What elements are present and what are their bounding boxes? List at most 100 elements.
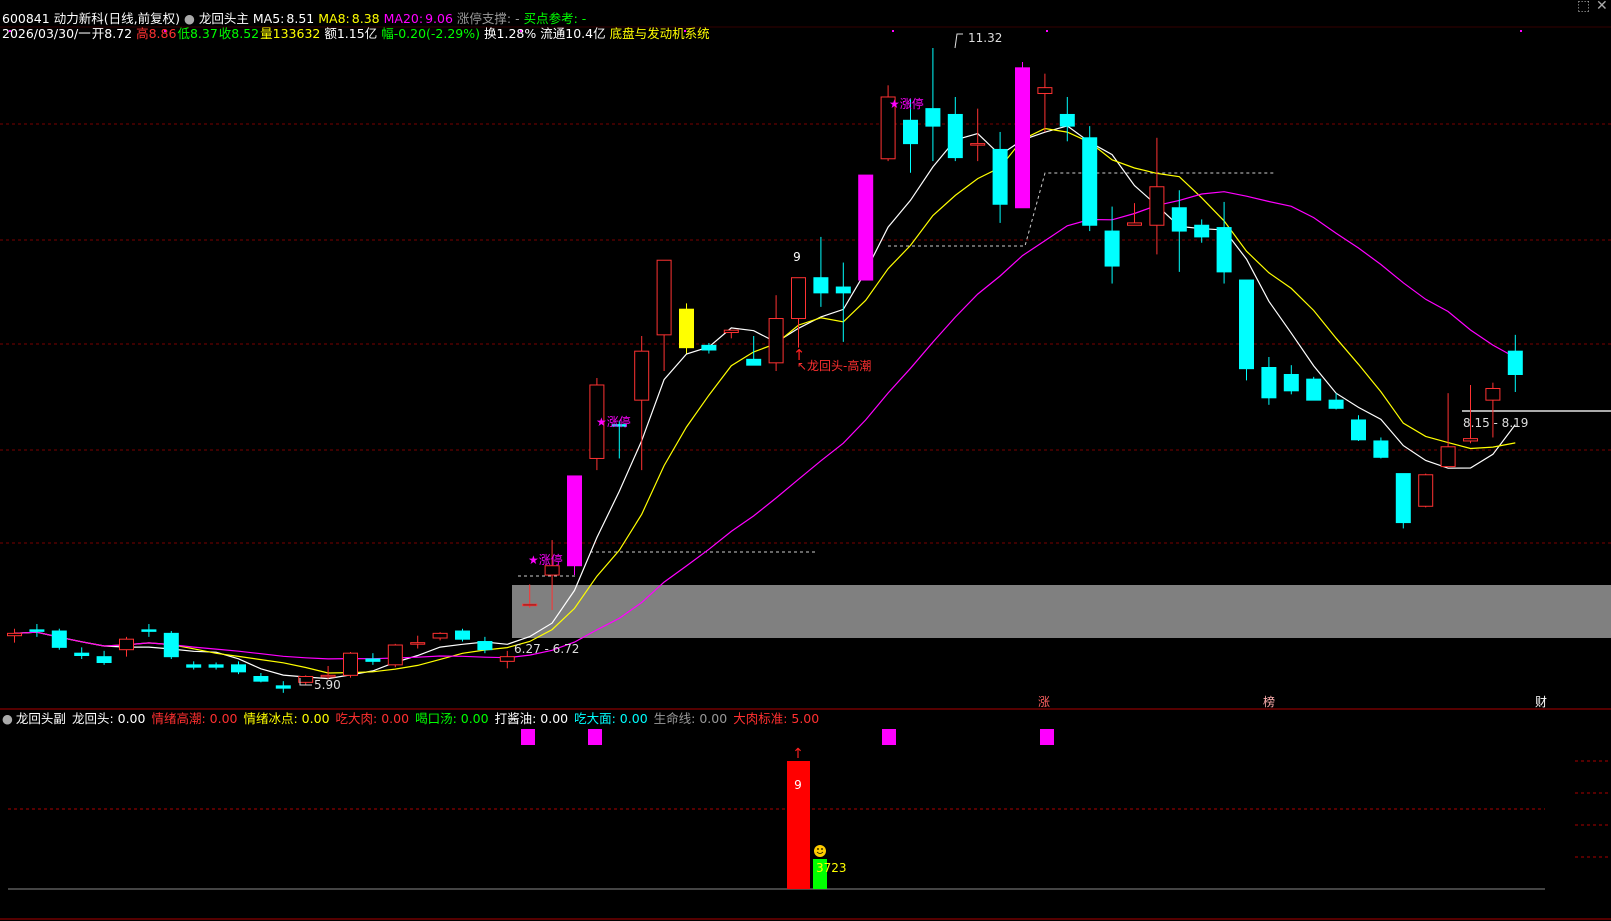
candle-body[interactable] xyxy=(365,658,381,662)
candle-body[interactable] xyxy=(567,475,582,567)
candle-body[interactable] xyxy=(970,143,986,146)
candle-body[interactable] xyxy=(947,113,963,159)
candle-body[interactable] xyxy=(1015,67,1030,209)
candle-body[interactable] xyxy=(1306,378,1322,401)
tag-cai[interactable]: 财 xyxy=(1535,693,1547,710)
ma20-label: MA20: xyxy=(383,11,424,26)
nine-label: 9 xyxy=(793,250,801,264)
candle-body[interactable] xyxy=(1440,446,1456,468)
quote-high: 高8.86 xyxy=(136,26,177,41)
candle-body[interactable] xyxy=(477,641,493,651)
candle-body[interactable] xyxy=(992,148,1008,205)
ma20-value: 9.06 xyxy=(425,11,453,26)
candle-body[interactable] xyxy=(835,286,851,294)
ma5-value: 8.51 xyxy=(286,11,315,26)
candle-body[interactable] xyxy=(1418,474,1434,507)
candle-body[interactable] xyxy=(275,685,291,689)
candle-body[interactable] xyxy=(813,277,829,294)
candle-body[interactable] xyxy=(141,629,157,632)
candle-body[interactable] xyxy=(701,344,717,351)
candle-body[interactable] xyxy=(96,656,112,664)
ma8-label: MA8: xyxy=(318,11,350,26)
candle-body[interactable] xyxy=(1373,440,1389,458)
green-bar-label: 3723 xyxy=(816,861,847,875)
restore-icon[interactable]: ⬚ xyxy=(1577,0,1590,14)
candle-body[interactable] xyxy=(1261,366,1277,399)
candle-body[interactable] xyxy=(208,664,224,668)
indicator-name[interactable]: 龙回头主 xyxy=(199,11,249,26)
quote-change: 幅-0.20(-2.29%) xyxy=(381,26,481,41)
candle-body[interactable] xyxy=(1082,137,1098,226)
candle-body[interactable] xyxy=(387,644,403,666)
candle-body[interactable] xyxy=(522,603,538,607)
settings-icon[interactable]: ● xyxy=(184,11,195,26)
candle-body[interactable] xyxy=(723,329,739,334)
candle-body[interactable] xyxy=(1351,419,1366,441)
candle-body[interactable] xyxy=(858,174,874,281)
kline-chart[interactable]: 9 3723 ↑ 11.32 5.90 6.27 - 6.72 8.15 - 8… xyxy=(0,0,1611,921)
candle-body[interactable] xyxy=(499,656,515,662)
candle-body[interactable] xyxy=(1328,399,1344,409)
quote-open: 开8.72 xyxy=(91,26,133,41)
tag-bang[interactable]: 榜 xyxy=(1263,693,1275,710)
quote-amount: 额1.15亿 xyxy=(324,26,378,41)
candle-body[interactable] xyxy=(1283,373,1299,392)
candle-body[interactable] xyxy=(410,642,426,645)
candle-body[interactable] xyxy=(1149,186,1165,226)
quote-date: 2026/03/30/一 xyxy=(2,26,91,41)
sub-legend-item: 吃大面: 0.00 xyxy=(574,711,648,726)
candle-body[interactable] xyxy=(925,108,941,127)
quote-float-cap: 流通10.4亿 xyxy=(540,26,606,41)
candle-body[interactable] xyxy=(186,664,202,668)
candle-body[interactable] xyxy=(1216,227,1232,273)
candle-body[interactable] xyxy=(1104,230,1120,267)
candle-body[interactable] xyxy=(1037,87,1053,94)
sub-panel-title[interactable]: 龙回头副 xyxy=(16,711,66,726)
candle-body[interactable] xyxy=(1171,207,1187,232)
candle-body[interactable] xyxy=(1239,279,1254,370)
candle-body[interactable] xyxy=(1395,473,1411,524)
quote-volume: 量133632 xyxy=(260,26,321,41)
candle-body[interactable] xyxy=(903,119,918,145)
guide-lines xyxy=(518,172,1275,577)
candle-body[interactable] xyxy=(163,632,179,658)
candle-body[interactable] xyxy=(320,674,336,678)
tag-zhang[interactable]: 涨 xyxy=(1038,693,1050,710)
candle-body[interactable] xyxy=(7,632,22,637)
sub-markers xyxy=(521,729,1054,745)
stock-name: 动力新科(日线,前复权) xyxy=(53,11,180,26)
candle-body[interactable] xyxy=(455,630,470,640)
right-range-label: 8.15 - 8.19 xyxy=(1463,416,1528,430)
quote-turnover: 换1.28% xyxy=(484,26,537,41)
low-price-label: 5.90 xyxy=(314,678,341,692)
candle-body[interactable] xyxy=(791,277,806,320)
candle-body[interactable] xyxy=(119,638,134,651)
candle-body[interactable] xyxy=(51,630,67,648)
candle-body[interactable] xyxy=(253,676,269,682)
candle-body[interactable] xyxy=(656,259,672,336)
limit-up-label-1: ★涨停 xyxy=(528,552,563,567)
quote-system[interactable]: 底盘与发动机系统 xyxy=(610,26,710,41)
candle-body[interactable] xyxy=(298,676,314,683)
candle-body[interactable] xyxy=(432,632,448,639)
candle-body[interactable] xyxy=(1507,350,1523,375)
candle-body[interactable] xyxy=(768,318,784,364)
candle-body[interactable] xyxy=(1485,387,1501,401)
close-icon[interactable]: ✕ xyxy=(1596,0,1608,14)
candle-body[interactable] xyxy=(29,629,45,632)
candle-body[interactable] xyxy=(1059,113,1075,127)
smiley-icon xyxy=(814,845,826,857)
sub-settings-icon[interactable]: ● xyxy=(2,711,13,726)
candle-body[interactable] xyxy=(343,652,358,676)
candle-body[interactable] xyxy=(1194,224,1210,238)
candle-body[interactable] xyxy=(634,350,650,401)
candle-body[interactable] xyxy=(544,565,560,576)
candle-body[interactable] xyxy=(74,652,90,657)
sub-panel-header: ● 龙回头副 龙回头: 0.00 情绪高潮: 0.00 情绪冰点: 0.00 吃大肉: 0… xyxy=(2,711,831,726)
candle-body[interactable] xyxy=(1127,222,1142,226)
candle-body[interactable] xyxy=(746,358,762,366)
sub-legend-item: 情绪冰点: 0.00 xyxy=(243,711,330,726)
candle-body[interactable] xyxy=(1463,438,1478,442)
candle-body[interactable] xyxy=(231,664,246,673)
candle-body[interactable] xyxy=(679,308,694,349)
